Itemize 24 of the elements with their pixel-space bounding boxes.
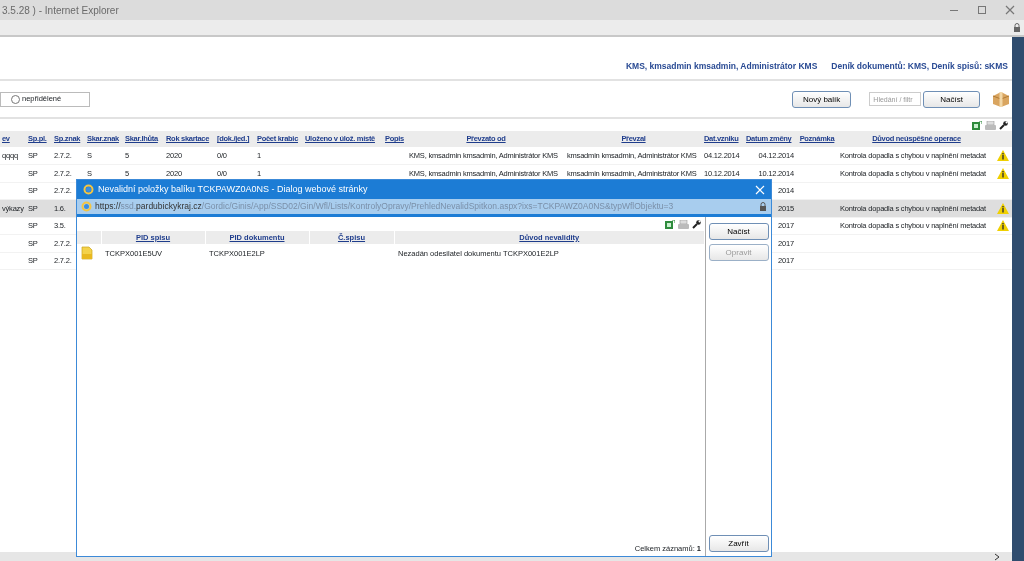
- document-icon: [81, 246, 93, 261]
- wrench-icon[interactable]: [999, 120, 1008, 130]
- browser-icon: [81, 201, 92, 212]
- radio-button[interactable]: [11, 94, 20, 104]
- chevron-right-icon[interactable]: [994, 552, 1000, 561]
- package-icon[interactable]: [992, 91, 1010, 107]
- lock-icon: [1013, 23, 1021, 32]
- spreadsheet-icon[interactable]: [972, 120, 982, 130]
- journal-info: Deník dokumentů: KMS, Deník spisů: sKMS: [831, 60, 1008, 73]
- scrollbar[interactable]: [1012, 37, 1024, 561]
- maximize-icon[interactable]: [977, 5, 987, 15]
- user-info: KMS, kmsadmin kmsadmin, Administrátor KMS: [625, 60, 818, 73]
- lock-icon: [759, 202, 767, 211]
- wrench-icon[interactable]: [692, 219, 701, 229]
- dialog-title: Nevalidní položky balíku TCKPAWZ0A0NS - Dialog webové stránky: [98, 182, 369, 196]
- window-title: 3.5.28 ) - Internet Explorer: [2, 3, 120, 18]
- load-button[interactable]: Načíst: [923, 90, 980, 108]
- new-package-button[interactable]: Nový balík: [791, 90, 852, 108]
- url-text: https://ssd.pardubickykraj.cz/Gordic/Ginis/App/SSD02/Gin/Wfl/Lists/KontrolyOpravy/PrehledNevalidSpitkon.aspx?ixs=TCKPAWZ0A0NS&typWflObjektu=3: [95, 200, 675, 213]
- browser-icon: [83, 184, 94, 195]
- close-button[interactable]: Zavřít: [708, 535, 769, 552]
- close-icon[interactable]: [1005, 5, 1015, 15]
- spreadsheet-icon[interactable]: [665, 219, 675, 229]
- dialog-button[interactable]: Načíst: [708, 223, 769, 240]
